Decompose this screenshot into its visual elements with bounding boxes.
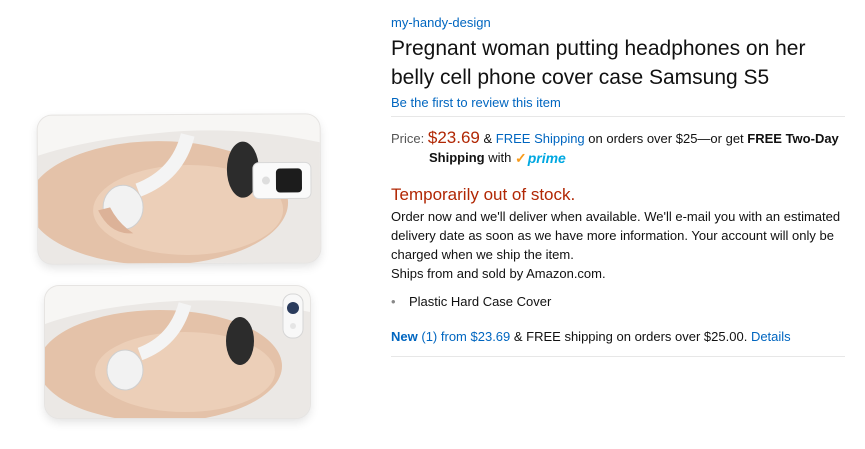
product-image-iphone-case[interactable] <box>45 286 310 418</box>
amp-text: & <box>483 131 493 146</box>
free-shipping-link[interactable]: FREE Shipping <box>496 131 585 146</box>
offers-count-link[interactable]: (1) <box>421 329 437 344</box>
review-link[interactable]: Be the first to review this item <box>391 95 845 111</box>
offers-from-link[interactable]: from <box>441 329 467 344</box>
phone-case-artwork <box>45 286 310 418</box>
offers-row: New (1) from $23.69 & FREE shipping on o… <box>391 328 845 346</box>
price-label: Price: <box>391 131 425 146</box>
product-image-gallery <box>0 0 380 449</box>
product-details: my-handy-design Pregnant woman putting h… <box>391 14 845 358</box>
orders-text: on orders over $25—or get <box>588 131 744 146</box>
product-image-samsung-case[interactable] <box>37 114 321 264</box>
ships-from-text: Ships from and sold by Amazon.com. <box>391 266 606 282</box>
divider <box>391 356 845 358</box>
feature-bullet-text: Plastic Hard Case Cover <box>409 294 552 310</box>
divider <box>391 116 845 117</box>
feature-bullet: Plastic Hard Case Cover <box>391 293 845 311</box>
price-amount: $23.69 <box>427 128 480 147</box>
prime-badge[interactable]: ✓ prime <box>515 149 566 168</box>
product-title: Pregnant woman putting headphones on her… <box>391 37 806 89</box>
availability-status: Temporarily out of stock. <box>391 185 576 205</box>
offers-price-link[interactable]: $23.69 <box>471 329 511 344</box>
details-link[interactable]: Details <box>751 329 791 344</box>
with-text: with <box>488 150 512 165</box>
feature-bullets: Plastic Hard Case Cover <box>391 293 845 311</box>
shipping-text: Shipping <box>429 150 485 165</box>
phone-case-artwork <box>37 114 321 264</box>
offers-shipping-text: & FREE shipping on orders over $25.00. <box>513 329 748 345</box>
prime-check-icon: ✓ <box>514 150 527 167</box>
price-block: Price: $23.69 & FREE Shipping on orders … <box>391 128 845 168</box>
brand-link[interactable]: my-handy-design <box>391 14 845 32</box>
availability-message: Order now and we'll deliver when availab… <box>391 209 841 263</box>
prime-logo-text: prime <box>527 150 566 167</box>
new-offers-link[interactable]: New <box>391 329 418 344</box>
two-day-text: FREE Two-Day <box>747 131 839 146</box>
